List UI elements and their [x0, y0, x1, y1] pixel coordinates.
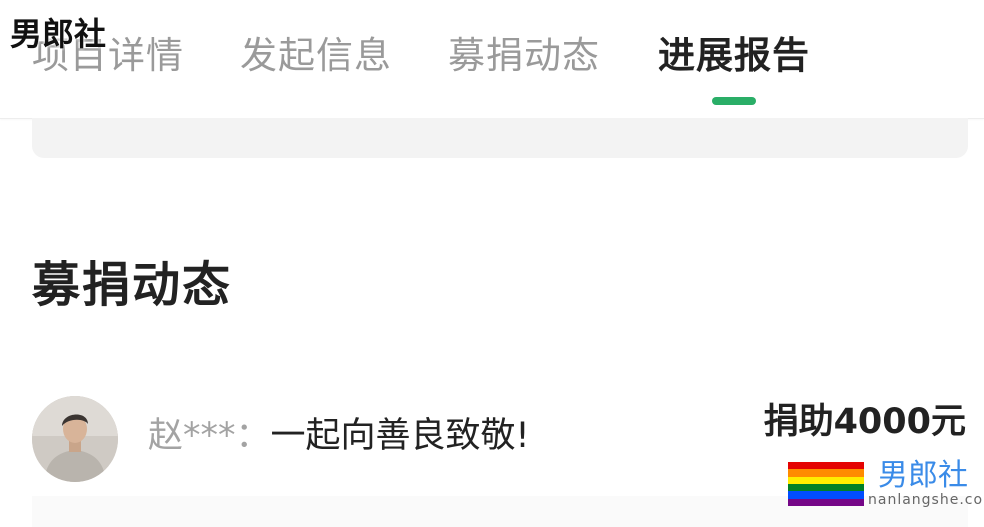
- active-tab-indicator: [712, 97, 756, 105]
- avatar[interactable]: [32, 396, 118, 482]
- avatar-image: [32, 396, 118, 482]
- watermark-text: 男郎社: [10, 15, 107, 53]
- content-card-bottom: [32, 118, 968, 158]
- section-title: 募捐动态: [32, 257, 233, 313]
- tab-progress-report[interactable]: 进展报告: [658, 30, 810, 82]
- watermark-name: 男郎社: [878, 458, 968, 493]
- tab-donation-updates[interactable]: 募捐动态: [448, 30, 600, 82]
- flag-stripe: [788, 469, 864, 477]
- flag-stripe: [788, 476, 864, 484]
- flag-stripe: [788, 483, 864, 492]
- donation-amount: 捐助4000元: [763, 402, 966, 442]
- donation-text: 赵***：一起向善良致敬!: [148, 412, 530, 460]
- flag-stripe: [788, 462, 864, 470]
- rainbow-flag-icon: [788, 462, 864, 506]
- tab-initiator-info[interactable]: 发起信息: [240, 30, 392, 82]
- watermark-url: nanlangshe.com: [868, 492, 984, 508]
- flag-stripe: [788, 498, 864, 506]
- flag-stripe: [788, 491, 864, 499]
- donor-name: 赵***：: [148, 416, 271, 456]
- tab-bar: 项目详情 发起信息 募捐动态 进展报告: [0, 0, 984, 119]
- donation-message: 一起向善良致敬!: [270, 416, 530, 456]
- watermark-logo: 男郎社 nanlangshe.com: [788, 458, 984, 522]
